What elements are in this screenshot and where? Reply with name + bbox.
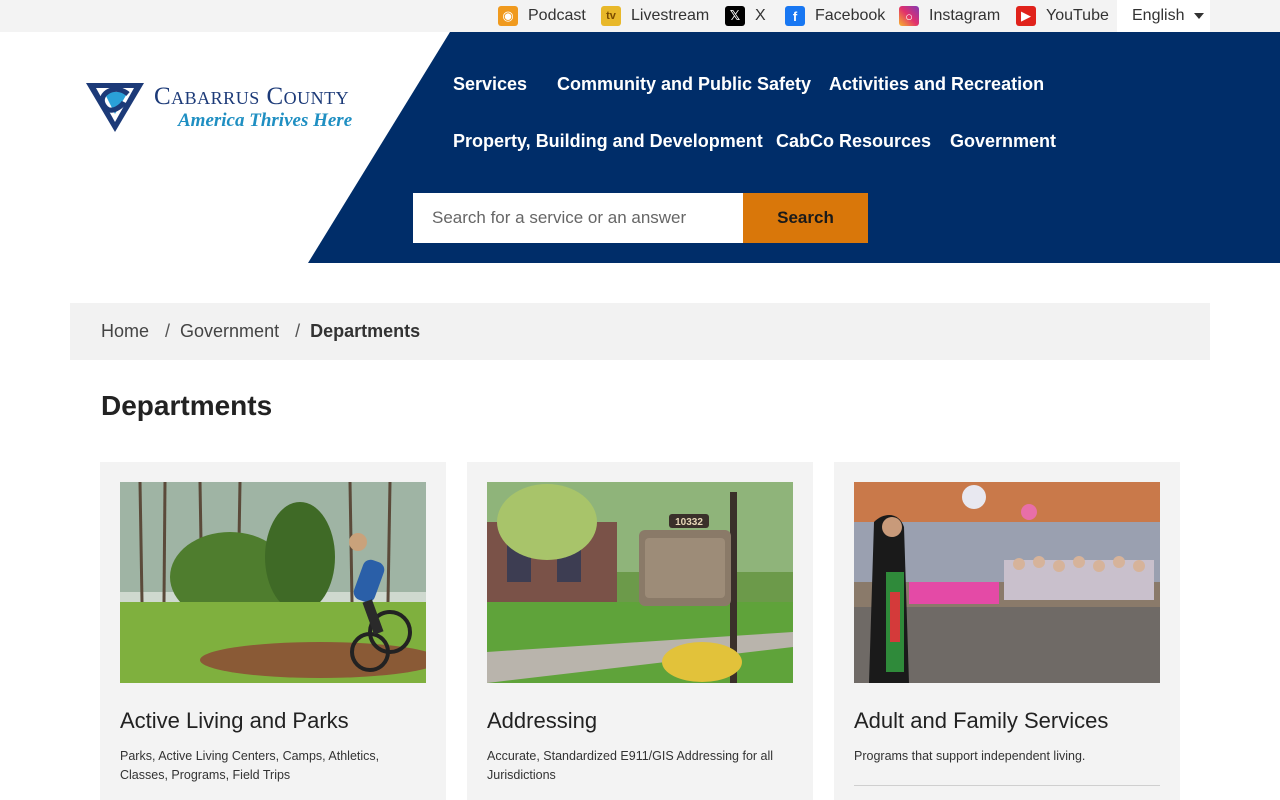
language-select[interactable]: English [1117,0,1210,32]
utility-bar: ◉ Podcast tv Livestream 𝕏 X f Facebook ○… [0,0,1280,32]
county-logo[interactable]: Cabarrus County America Thrives Here [84,80,352,134]
language-label: English [1132,7,1185,24]
youtube-label: YouTube [1046,7,1109,24]
card-title: Addressing [487,708,598,733]
chevron-down-icon [1194,13,1205,19]
nav-government[interactable]: Government [950,131,1056,152]
livestream-label: Livestream [631,7,710,24]
podcast-icon: ◉ [498,6,518,26]
department-card-adult-family[interactable]: Adult and Family Services Programs that … [834,462,1180,800]
breadcrumb-home[interactable]: Home [101,321,149,342]
card-image-mountain-biker [120,482,426,683]
breadcrumb: Home / Government / Departments [70,303,1210,360]
mailbox-house-number: 10332 [675,517,703,528]
breadcrumb-government[interactable]: Government [180,321,279,342]
logo-tagline: America Thrives Here [178,110,353,131]
card-image-community-event [854,482,1160,683]
instagram-label: Instagram [929,7,1001,24]
x-link[interactable]: 𝕏 X [725,0,766,32]
search-button[interactable]: Search [743,193,868,243]
facebook-label: Facebook [815,7,886,24]
card-title: Active Living and Parks [120,708,349,733]
instagram-link[interactable]: ○ Instagram [899,0,1000,32]
department-card-addressing[interactable]: 10332 Addressing Accurate, Standardized … [467,462,813,800]
podcast-link[interactable]: ◉ Podcast [498,0,586,32]
podcast-label: Podcast [528,7,586,24]
nav-activities-recreation[interactable]: Activities and Recreation [829,74,1044,95]
breadcrumb-separator: / [165,321,171,341]
card-divider [854,785,1160,786]
facebook-icon: f [785,6,805,26]
logo-name: Cabarrus County [154,83,350,110]
nav-cabco-resources[interactable]: CabCo Resources [776,131,931,152]
facebook-link[interactable]: f Facebook [785,0,885,32]
breadcrumb-current: Departments [310,321,421,341]
livestream-icon: tv [601,6,621,26]
livestream-link[interactable]: tv Livestream [601,0,709,32]
nav-property-building-development[interactable]: Property, Building and Development [453,131,763,152]
card-image-mailbox: 10332 [487,482,793,683]
x-label: X [755,7,766,24]
nav-community-public-safety[interactable]: Community and Public Safety [557,74,811,95]
x-icon: 𝕏 [725,6,745,26]
youtube-link[interactable]: ▶ YouTube [1016,0,1109,32]
instagram-icon: ○ [899,6,919,26]
card-title: Adult and Family Services [854,708,1109,733]
nav-services[interactable]: Services [453,74,527,95]
breadcrumb-separator: / [295,321,301,341]
card-description: Programs that support independent living… [854,749,1086,763]
card-description: Parks, Active Living Centers, Camps, Ath… [120,749,380,782]
youtube-icon: ▶ [1016,6,1036,26]
logo-mark-icon [86,83,144,132]
search-input[interactable] [413,193,743,243]
card-description: Accurate, Standardized E911/GIS Addressi… [487,749,774,782]
department-card-active-living[interactable]: Active Living and Parks Parks, Active Li… [100,462,446,800]
page-title: Departments [101,390,273,421]
